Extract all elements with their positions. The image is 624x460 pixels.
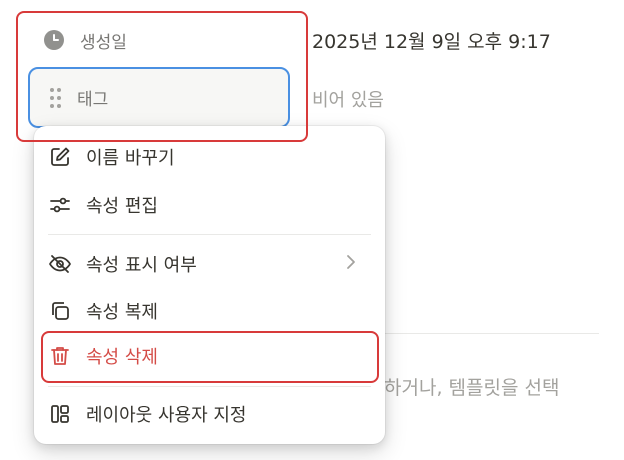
menu-item-duplicate[interactable]: 속성 복제	[48, 291, 371, 331]
property-context-menu: 이름 바꾸기 속성 편집 속성 표시 여부 속성 복제 속성 삭제 레이아웃 사…	[34, 126, 385, 444]
background-hint-text: 하거나, 템플릿을 선택	[384, 377, 560, 399]
property-row-tag[interactable]: 태그	[28, 67, 290, 128]
menu-item-visibility[interactable]: 속성 표시 여부	[48, 244, 371, 284]
clock-icon	[42, 28, 66, 52]
menu-item-rename[interactable]: 이름 바꾸기	[48, 137, 371, 177]
property-label-created: 생성일	[80, 32, 127, 53]
property-value-tag[interactable]: 비어 있음	[312, 85, 384, 113]
menu-divider	[48, 234, 371, 235]
property-label-tag: 태그	[77, 90, 109, 110]
menu-divider	[48, 386, 371, 387]
created-date-value: 2025년 12월 9일 오후 9:17	[312, 30, 551, 53]
property-row-created[interactable]: 생성일	[42, 26, 127, 54]
menu-item-delete[interactable]: 속성 삭제	[48, 336, 371, 376]
property-value-created[interactable]: 2025년 12월 9일 오후 9:17	[312, 26, 551, 54]
divider-line	[385, 333, 599, 334]
menu-item-label: 이름 바꾸기	[86, 148, 175, 169]
edit-icon	[48, 145, 72, 169]
menu-item-label: 레이아웃 사용자 지정	[86, 405, 247, 426]
eye-off-icon	[48, 252, 72, 276]
duplicate-icon	[48, 299, 72, 323]
tag-empty-placeholder: 비어 있음	[312, 90, 384, 111]
chevron-right-icon	[345, 254, 357, 275]
drag-handle-icon[interactable]	[50, 87, 61, 108]
menu-item-label: 속성 복제	[86, 302, 158, 323]
menu-item-label: 속성 편집	[86, 196, 158, 217]
menu-item-label: 속성 표시 여부	[86, 255, 197, 276]
trash-icon	[48, 344, 72, 368]
menu-item-label: 속성 삭제	[86, 347, 158, 368]
sliders-icon	[48, 193, 72, 217]
menu-item-customize-layout[interactable]: 레이아웃 사용자 지정	[48, 394, 371, 434]
layout-icon	[48, 402, 72, 426]
menu-item-edit-property[interactable]: 속성 편집	[48, 185, 371, 225]
